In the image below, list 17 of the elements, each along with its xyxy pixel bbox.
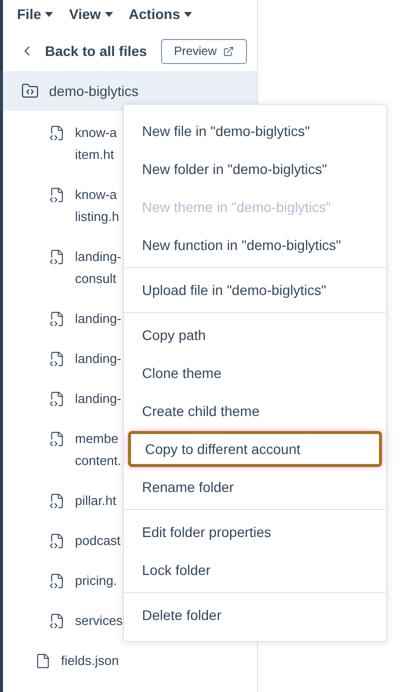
file-name: know-a: [75, 186, 118, 204]
file-name: pillar.ht: [75, 492, 116, 510]
file-name: services: [75, 612, 123, 630]
file-name: item.ht: [75, 146, 116, 164]
file-name: pricing.: [75, 572, 117, 590]
file-name: landing-: [75, 248, 122, 266]
file-name: podcast: [75, 532, 121, 550]
file-name: listing.h: [75, 208, 120, 226]
file-name: membe: [75, 430, 120, 448]
file-name: know-a: [75, 124, 117, 142]
file-name: content.: [75, 452, 122, 470]
file-name: consult: [75, 270, 118, 288]
file-name: fields.json: [61, 652, 119, 670]
file-name: landing-: [75, 390, 122, 408]
folder-name: demo-biglytics: [49, 82, 138, 101]
file-name: landing-: [75, 310, 122, 328]
file-name: landing-: [75, 350, 122, 368]
